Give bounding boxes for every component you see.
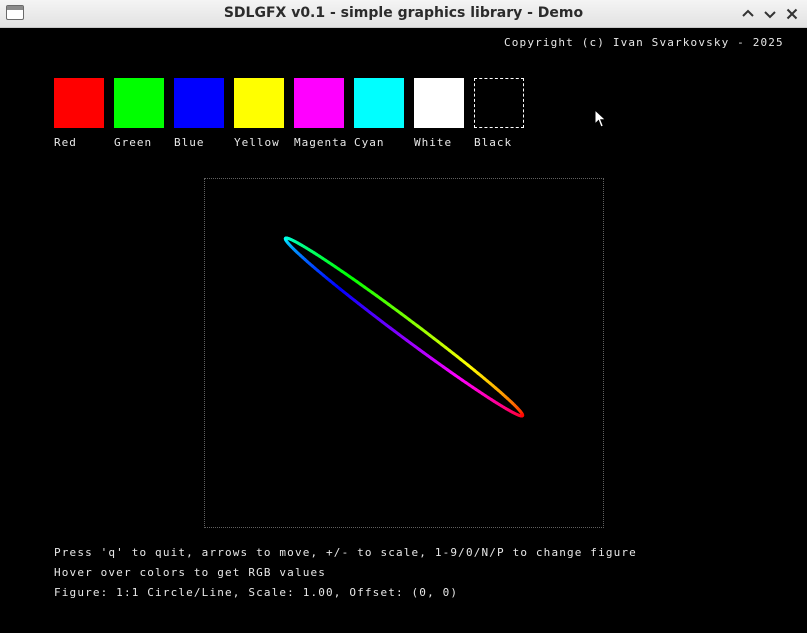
help-text-hover: Hover over colors to get RGB values [54, 566, 327, 579]
figure-layer [283, 236, 525, 418]
window-title: SDLGFX v0.1 - simple graphics library - … [223, 5, 584, 21]
close-icon[interactable] [783, 5, 801, 23]
help-text-controls: Press 'q' to quit, arrows to move, +/- t… [54, 546, 637, 559]
rainbow-ellipse [283, 236, 525, 418]
status-figure-info: Figure: 1:1 Circle/Line, Scale: 1.00, Of… [54, 586, 459, 599]
maximize-icon[interactable] [761, 5, 779, 23]
title-bar[interactable]: SDLGFX v0.1 - simple graphics library - … [0, 0, 807, 28]
mouse-cursor-icon [594, 108, 608, 134]
app-window: SDLGFX v0.1 - simple graphics library - … [0, 0, 807, 633]
render-surface[interactable]: Copyright (c) Ivan Svarkovsky - 2025 Red… [4, 29, 803, 629]
minimize-icon[interactable] [739, 5, 757, 23]
